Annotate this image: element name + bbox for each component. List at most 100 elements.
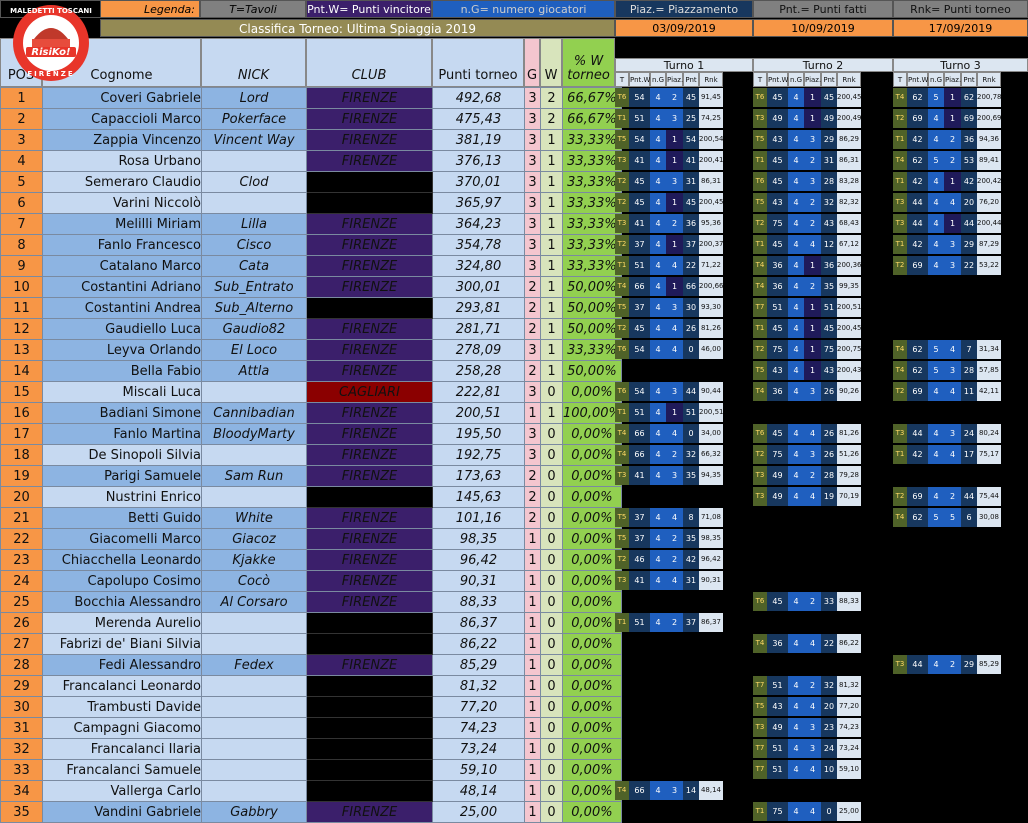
placement-cell: 3: [944, 361, 961, 380]
table-cell: T4: [893, 340, 907, 359]
rank-points-cell: 90,26: [837, 382, 861, 401]
placement-cell: 4: [804, 235, 821, 254]
wins-cell: 1: [540, 339, 563, 361]
games-cell: 3: [524, 108, 541, 130]
table-cell: T1: [893, 445, 907, 464]
turno-1-header: Turno 1 T Pnt.W n.G Piaz. Pnt Rnk: [615, 58, 753, 87]
rank-points-cell: 200,51: [699, 403, 724, 422]
pos-cell: 14: [0, 360, 43, 382]
rank-points-cell: 34,00: [699, 424, 723, 443]
table-row: 6 Varini Niccolò 365,97 3 1 33,33%: [0, 192, 622, 214]
turno-row: T3 49 4 2 28 79,28: [753, 465, 891, 485]
pos-cell: 21: [0, 507, 43, 529]
turno-row: T2 69 4 2 44 75,44: [893, 486, 1028, 506]
winner-points-cell: 62: [907, 88, 928, 107]
points-made-cell: 22: [683, 256, 699, 275]
games-cell: 2: [524, 297, 541, 319]
rank-points-cell: 79,28: [837, 466, 861, 485]
winner-points-cell: 62: [907, 361, 928, 380]
games-cell: 2: [524, 360, 541, 382]
wins-cell: 2: [540, 87, 563, 109]
pos-cell: 28: [0, 654, 43, 676]
name-cell: Semeraro Claudio: [42, 171, 202, 193]
points-made-cell: 29: [821, 130, 837, 149]
table-row: 26 Merenda Aurelio 86,37 1 0 0,00%: [0, 612, 622, 634]
rank-points-cell: 81,26: [837, 424, 861, 443]
wins-cell: 0: [540, 612, 563, 634]
win-pct-cell: 0,00%: [562, 465, 622, 487]
rank-points-cell: 75,17: [977, 445, 1001, 464]
points-made-cell: 66: [683, 277, 699, 296]
placement-cell: 2: [666, 214, 683, 233]
rank-points-cell: 200,75: [837, 340, 862, 359]
table-row: 16 Badiani Simone Cannibadian FIRENZE 200,51…: [0, 402, 622, 424]
turno-row: T4 62 5 3 28 57,85: [893, 360, 1028, 380]
table-cell: T3: [893, 214, 907, 233]
points-made-cell: 14: [683, 781, 699, 800]
winner-points-cell: 42: [907, 445, 928, 464]
pos-cell: 29: [0, 675, 43, 697]
rank-points-cell: 86,37: [699, 613, 723, 632]
wins-cell: 0: [540, 423, 563, 445]
points-cell: 59,10: [432, 759, 525, 781]
legend-rnk: Rnk= Punti torneo: [893, 0, 1028, 18]
placement-cell: 3: [666, 781, 683, 800]
players-cell: 4: [928, 655, 944, 674]
placement-cell: 2: [804, 151, 821, 170]
points-cell: 90,31: [432, 570, 525, 592]
table-cell: T4: [615, 424, 629, 443]
win-pct-cell: 33,33%: [562, 129, 622, 151]
club-cell: FIRENZE: [306, 591, 433, 613]
winner-points-cell: 45: [767, 151, 788, 170]
name-cell: Bocchia Alessandro: [42, 591, 202, 613]
table-cell: T3: [893, 193, 907, 212]
turno-row: T3 41 4 2 36 95,36: [615, 213, 753, 233]
nick-cell: [201, 738, 307, 760]
placement-cell: 2: [804, 193, 821, 212]
nick-cell: Al Corsaro: [201, 591, 307, 613]
win-pct-cell: 0,00%: [562, 444, 622, 466]
table-cell: T5: [615, 529, 629, 548]
winner-points-cell: 54: [629, 130, 650, 149]
winner-points-cell: 75: [767, 214, 788, 233]
nick-cell: Giacoz: [201, 528, 307, 550]
table-cell: T3: [893, 655, 907, 674]
pos-cell: 3: [0, 129, 43, 151]
rank-points-cell: 70,19: [837, 487, 861, 506]
table-cell: T7: [753, 676, 767, 695]
title-bar: Classifica Torneo: Ultima Spiaggia 2019 …: [0, 19, 1028, 38]
name-cell: Merenda Aurelio: [42, 612, 202, 634]
points-made-cell: 32: [821, 676, 837, 695]
win-pct-cell: 33,33%: [562, 192, 622, 214]
wins-cell: 0: [540, 465, 563, 487]
rank-points-cell: 57,85: [977, 361, 1001, 380]
club-cell: FIRENZE: [306, 507, 433, 529]
players-cell: 4: [928, 487, 944, 506]
winner-points-cell: 66: [629, 781, 650, 800]
table-cell: T1: [615, 109, 629, 128]
table-cell: T6: [753, 88, 767, 107]
nick-cell: Sam Run: [201, 465, 307, 487]
wins-cell: 0: [540, 738, 563, 760]
winner-points-cell: 69: [907, 487, 928, 506]
nick-cell: Gabbry: [201, 801, 307, 823]
placement-cell: 2: [666, 445, 683, 464]
points-made-cell: 31: [683, 571, 699, 590]
rank-points-cell: 94,36: [977, 130, 1001, 149]
games-cell: 1: [524, 633, 541, 655]
placement-cell: 2: [666, 613, 683, 632]
club-cell: [306, 759, 433, 781]
winner-points-cell: 51: [629, 613, 650, 632]
winner-points-cell: 66: [629, 277, 650, 296]
placement-cell: 1: [666, 235, 683, 254]
turno-row: T4 36 4 2 35 99,35: [753, 276, 891, 296]
points-made-cell: 32: [683, 445, 699, 464]
win-pct-cell: 50,00%: [562, 360, 622, 382]
players-cell: 4: [650, 88, 666, 107]
points-made-cell: 42: [683, 550, 699, 569]
winner-points-cell: 62: [907, 340, 928, 359]
table-row: 24 Capolupo Cosimo Cocò FIRENZE 90,31 1 0 0,00%: [0, 570, 622, 592]
pos-cell: 22: [0, 528, 43, 550]
pos-cell: 6: [0, 192, 43, 214]
turno-row: T3 44 4 3 24 80,24: [893, 423, 1028, 443]
